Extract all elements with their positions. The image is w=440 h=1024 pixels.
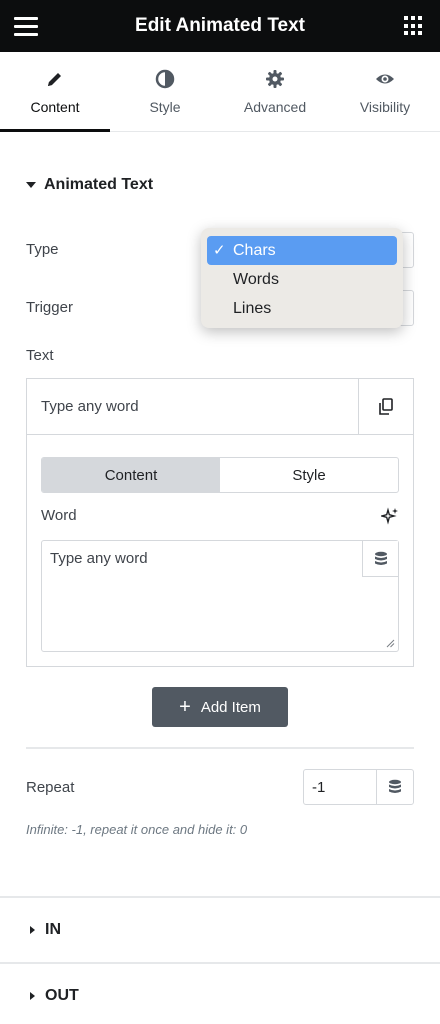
- tab-advanced-label: Advanced: [243, 98, 307, 115]
- option-label: Words: [233, 270, 279, 288]
- eye-icon: [376, 74, 394, 83]
- option-label: Chars: [233, 241, 276, 259]
- plus-icon: +: [179, 696, 191, 718]
- option-label: Lines: [233, 299, 272, 317]
- option-chars[interactable]: ✓ Chars: [207, 236, 397, 265]
- option-lines[interactable]: Lines: [207, 294, 397, 323]
- tab-visibility[interactable]: Visibility: [330, 52, 440, 131]
- text-repeater: Type any word Content Style Word Type an…: [26, 378, 414, 667]
- editor-tabs: Content Style Advanced Visibility: [0, 52, 440, 132]
- tab-content-label: Content: [30, 98, 80, 115]
- apps-grid-icon[interactable]: [404, 16, 424, 36]
- word-textarea[interactable]: Type any word: [41, 540, 399, 652]
- out-section-toggle[interactable]: OUT: [30, 987, 79, 1005]
- tab-visibility-label: Visibility: [359, 98, 411, 115]
- half-circle-icon: [155, 69, 175, 88]
- segment-content[interactable]: Content: [42, 458, 220, 492]
- resize-handle-icon[interactable]: [386, 639, 395, 648]
- section-title: Animated Text: [44, 176, 154, 193]
- panel-title: Edit Animated Text: [135, 15, 305, 36]
- repeat-hint: Infinite: -1, repeat it once and hide it…: [26, 822, 248, 837]
- text-label: Text: [26, 347, 54, 364]
- pencil-icon: [48, 72, 61, 86]
- duplicate-icon[interactable]: [358, 379, 413, 435]
- tab-style-label: Style: [149, 98, 181, 115]
- option-words[interactable]: Words: [207, 265, 397, 294]
- out-section-title: OUT: [45, 987, 79, 1004]
- gear-icon: [266, 69, 284, 88]
- divider: [26, 747, 414, 749]
- top-bar: Edit Animated Text: [0, 0, 440, 52]
- trigger-label: Trigger: [26, 299, 73, 316]
- type-dropdown-menu: ✓ Chars Words Lines: [201, 228, 403, 328]
- dynamic-tags-database-icon[interactable]: [376, 770, 413, 804]
- repeater-item-header: Type any word: [27, 379, 413, 435]
- in-section-title: IN: [45, 921, 61, 938]
- tab-content[interactable]: Content: [0, 52, 110, 132]
- caret-right-icon: [30, 926, 35, 934]
- dynamic-tags-database-icon[interactable]: [362, 541, 398, 577]
- tab-advanced[interactable]: Advanced: [220, 52, 330, 131]
- add-item-label: Add Item: [200, 698, 261, 716]
- repeater-item-title[interactable]: Type any word: [27, 398, 139, 415]
- word-label: Word: [41, 507, 77, 524]
- animated-text-section-toggle[interactable]: Animated Text: [26, 176, 153, 194]
- word-textarea-value: Type any word: [50, 550, 148, 567]
- content-style-switch: Content Style: [41, 457, 399, 493]
- hamburger-menu-icon[interactable]: [14, 14, 38, 38]
- tab-style[interactable]: Style: [110, 52, 220, 131]
- divider: [0, 962, 440, 964]
- checkmark-icon: ✓: [213, 242, 226, 259]
- repeat-value[interactable]: -1: [304, 770, 376, 804]
- caret-right-icon: [30, 992, 35, 1000]
- add-item-button[interactable]: + Add Item: [152, 687, 288, 727]
- divider: [0, 896, 440, 898]
- segment-style[interactable]: Style: [220, 458, 398, 492]
- caret-down-icon: [26, 182, 36, 188]
- repeat-label: Repeat: [26, 779, 75, 796]
- ai-sparkle-icon[interactable]: [381, 507, 399, 525]
- in-section-toggle[interactable]: IN: [30, 921, 61, 939]
- repeat-number-input[interactable]: -1: [303, 769, 414, 805]
- type-label: Type: [26, 241, 59, 258]
